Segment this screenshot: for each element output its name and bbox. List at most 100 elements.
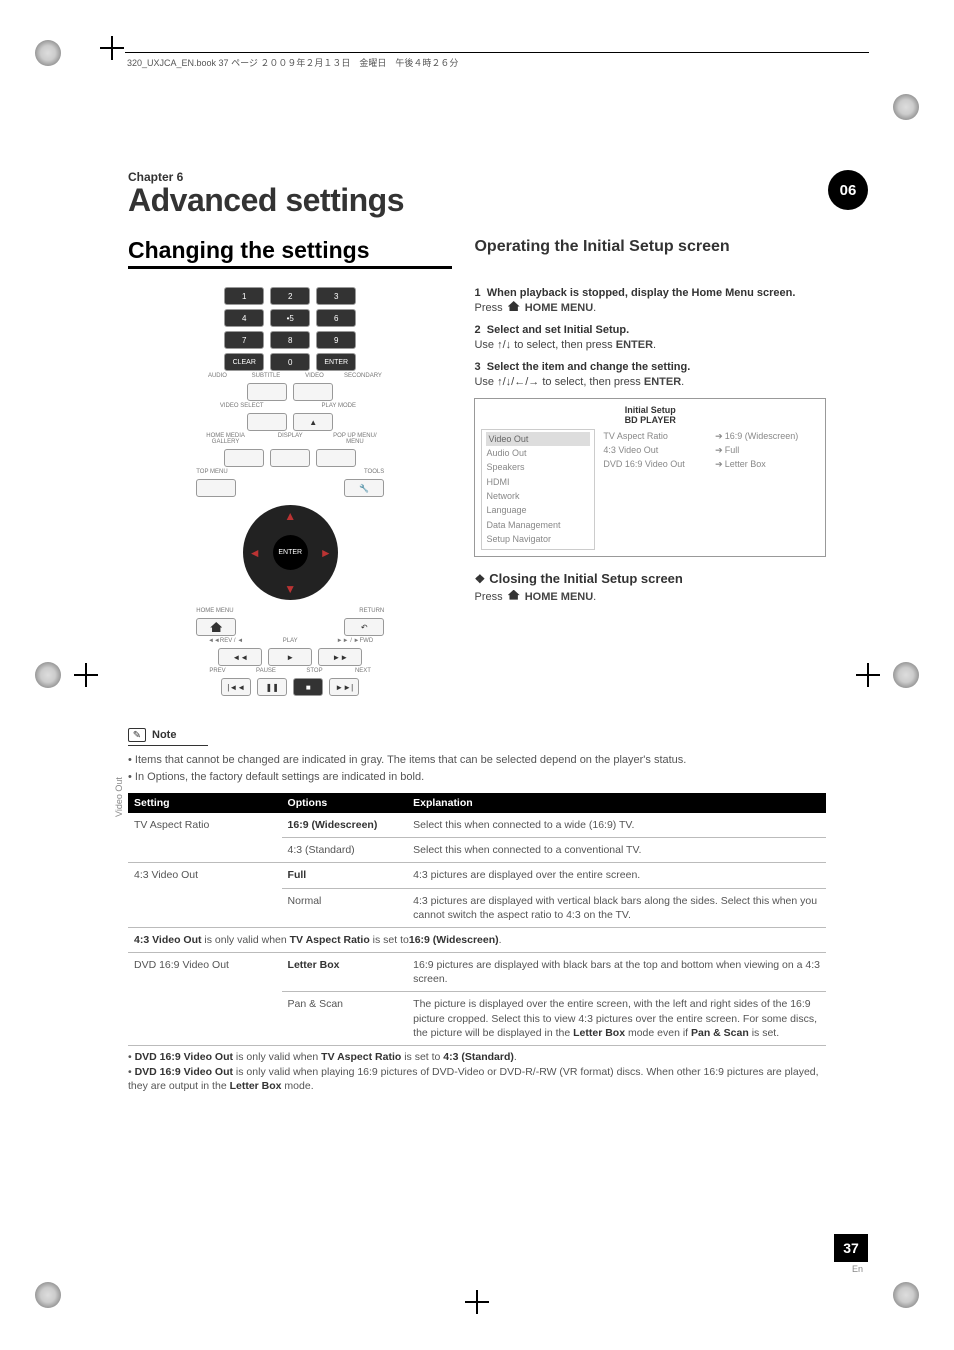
- closing-home: HOME MENU: [522, 591, 594, 603]
- r5-exp: 16:9 pictures are displayed with black b…: [407, 953, 826, 992]
- panel-left-5: Language: [486, 503, 590, 517]
- remote-key-4: 4: [224, 309, 264, 327]
- r6-exp: The picture is displayed over the entire…: [407, 992, 826, 1046]
- table-side-label: Video Out: [114, 777, 124, 817]
- remote-key-video: [293, 383, 333, 401]
- remote-lbl-pmode: PLAY MODE: [293, 403, 384, 409]
- panel-mid-1: 4:3 Video Out: [603, 443, 707, 457]
- remote-key-vsel: [247, 413, 287, 431]
- remote-key-top: [196, 479, 236, 497]
- remote-lbl-stop: STOP: [293, 668, 336, 674]
- panel-mid-2: DVD 16:9 Video Out: [603, 457, 707, 471]
- remote-key-0: 0: [270, 353, 310, 371]
- r1-setting: TV Aspect Ratio: [128, 813, 282, 863]
- header-rule: [125, 52, 869, 53]
- remote-lbl-return: RETURN: [344, 608, 384, 614]
- print-metadata: 320_UXJCA_EN.book 37 ページ ２００９年２月１３日 金曜日 …: [125, 56, 460, 69]
- r3-option: Full: [282, 863, 408, 888]
- panel-title1: Initial Setup: [625, 405, 676, 415]
- remote-key-2: 2: [270, 287, 310, 305]
- page-lang: En: [852, 1264, 863, 1274]
- closing-press: Press: [474, 591, 505, 603]
- note-bullet-1: Items that cannot be changed are indicat…: [128, 752, 826, 769]
- remote-lbl-fwd: ►► / ►FWD: [326, 638, 385, 644]
- remote-lbl-top: TOP MENU: [196, 469, 287, 475]
- r1-exp: Select this when connected to a wide (16…: [407, 813, 826, 838]
- step3-text: Select the item and change the setting.: [487, 361, 691, 373]
- nav-right-icon: ►: [320, 546, 332, 560]
- nav-down-icon: ▼: [284, 582, 296, 596]
- r3-exp: 4:3 pictures are displayed over the enti…: [407, 863, 826, 888]
- remote-lbl-play: PLAY: [261, 638, 320, 644]
- step2-text: Select and set Initial Setup.: [487, 324, 629, 336]
- remote-lbl-rev: ◄◄REV / ◄: [196, 638, 255, 644]
- remote-key-clear: CLEAR: [224, 353, 264, 371]
- remote-key-tools: 🔧: [344, 479, 384, 497]
- step1-home: HOME MENU: [522, 302, 594, 314]
- note-bullet-2: In Options, the factory default settings…: [128, 769, 826, 786]
- remote-lbl-audio: AUDIO: [196, 373, 239, 379]
- remote-key-3: 3: [316, 287, 356, 305]
- page-number: 37: [834, 1234, 868, 1262]
- remote-lbl-video: VIDEO: [293, 373, 336, 379]
- home-icon: [210, 622, 222, 632]
- r5-setting: DVD 16:9 Video Out: [128, 953, 282, 1046]
- home-icon: [508, 301, 520, 311]
- step3-a: Use: [474, 376, 497, 388]
- th-setting: Setting: [128, 793, 282, 813]
- inter-note-a: 4:3 Video Out is only valid when TV Aspe…: [128, 927, 826, 952]
- panel-right-0: 16:9 (Widescreen): [715, 429, 819, 443]
- r5-option: Letter Box: [282, 953, 408, 992]
- crosshair-top: [100, 36, 124, 60]
- panel-left-6: Data Management: [486, 518, 590, 532]
- step3-b: to select, then press: [539, 376, 644, 388]
- step2-b: to select, then press: [511, 339, 616, 351]
- remote-key-up: ▲: [293, 413, 333, 431]
- step2-enter: ENTER: [616, 339, 653, 351]
- section-title-left: Changing the settings: [128, 237, 452, 269]
- crop-mark-br: [893, 1282, 919, 1308]
- remote-key-7: 7: [224, 331, 264, 349]
- step1-num: 1: [474, 287, 480, 299]
- remote-lbl-prev: PREV: [196, 668, 239, 674]
- remote-lbl-pause: PAUSE: [245, 668, 288, 674]
- remote-key-fwd: ►►: [318, 648, 362, 666]
- r4-exp: 4:3 pictures are displayed with vertical…: [407, 888, 826, 927]
- remote-key-audio: [247, 383, 287, 401]
- panel-right-1: Full: [715, 443, 819, 457]
- r4-option: Normal: [282, 888, 408, 927]
- r1-option: 16:9 (Widescreen): [282, 813, 408, 838]
- remote-nav-ring: ▲ ▼ ◄ ► ENTER: [243, 505, 338, 600]
- remote-key-return: ↶: [344, 618, 384, 636]
- panel-left-3: HDMI: [486, 475, 590, 489]
- step2-a: Use: [474, 339, 497, 351]
- crosshair-bottom: [465, 1290, 489, 1314]
- r2-option: 4:3 (Standard): [282, 838, 408, 863]
- step3-num: 3: [474, 361, 480, 373]
- ui-panel: Initial SetupBD PLAYER Video Out Audio O…: [474, 398, 826, 557]
- diamond-icon: ❖: [474, 572, 485, 586]
- remote-key-1: 1: [224, 287, 264, 305]
- remote-lbl-tools: TOOLS: [293, 469, 384, 475]
- section-title-right: Operating the Initial Setup screen: [474, 237, 826, 256]
- remote-key-hmg: [224, 449, 264, 467]
- nav-up-icon: ▲: [284, 509, 296, 523]
- remote-key-6: 6: [316, 309, 356, 327]
- remote-key-enter: ENTER: [316, 353, 356, 371]
- crop-mark-tr: [893, 94, 919, 120]
- r6-option: Pan & Scan: [282, 992, 408, 1046]
- remote-lbl-2nd: SECONDARY: [342, 373, 385, 379]
- remote-enter-center: ENTER: [273, 535, 308, 570]
- remote-key-9: 9: [316, 331, 356, 349]
- remote-key-stop: ■: [293, 678, 323, 696]
- footnote-2: • DVD 16:9 Video Out is only valid when …: [128, 1065, 826, 1094]
- remote-key-popup: [316, 449, 356, 467]
- note-label: Note: [152, 729, 176, 741]
- closing-heading: Closing the Initial Setup screen: [489, 571, 683, 586]
- chapter-title: Advanced settings: [128, 182, 826, 219]
- crop-mark-bl: [35, 1282, 61, 1308]
- chapter-number-badge: 06: [828, 170, 868, 210]
- home-icon: [508, 590, 520, 600]
- panel-left-1: Audio Out: [486, 446, 590, 460]
- panel-left-2: Speakers: [486, 460, 590, 474]
